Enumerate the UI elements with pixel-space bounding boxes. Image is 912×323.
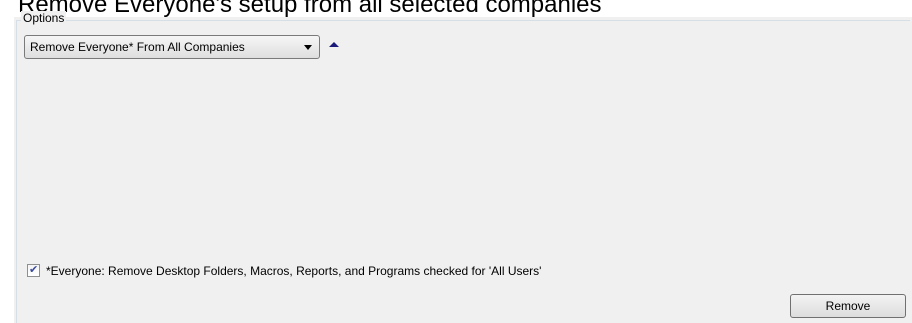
everyone-checkbox[interactable]: ✔	[27, 263, 40, 277]
checkmark-icon: ✔	[29, 263, 39, 276]
collapse-options-button[interactable]	[327, 40, 341, 50]
everyone-checkbox-label[interactable]: *Everyone: Remove Desktop Folders, Macro…	[46, 264, 541, 278]
triangle-up-icon	[329, 42, 339, 47]
remove-button[interactable]: Remove	[790, 294, 906, 318]
dropdown-selected-value: Remove Everyone* From All Companies	[30, 40, 245, 54]
chevron-down-icon	[304, 45, 312, 50]
window: Remove Everyone's setup from all selecte…	[0, 0, 912, 323]
remove-mode-dropdown[interactable]: Remove Everyone* From All Companies	[24, 35, 320, 59]
options-legend: Options	[21, 11, 67, 25]
